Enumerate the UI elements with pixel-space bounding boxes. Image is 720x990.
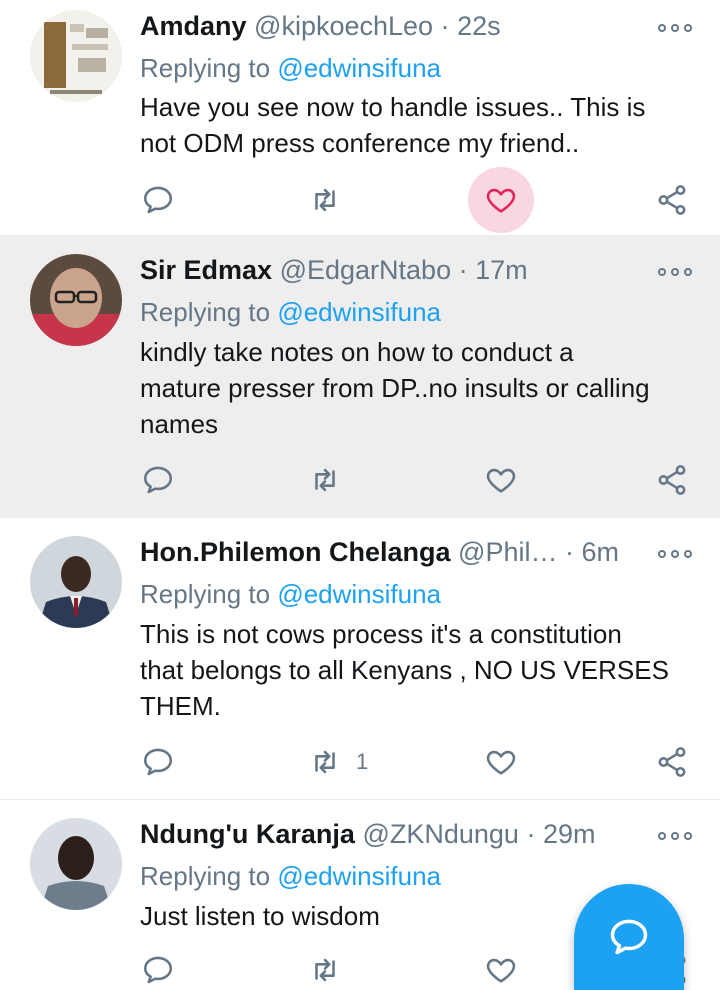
display-name[interactable]: Ndung'u Karanja [140, 819, 355, 849]
tweet-text: Have you see now to handle issues.. This… [140, 89, 700, 161]
share-icon [658, 465, 686, 495]
reply-icon [143, 748, 173, 776]
mention-link[interactable]: @edwinsifuna [277, 861, 441, 891]
tweet-text-line: that belongs to all Kenyans , NO US VERS… [140, 655, 669, 685]
like-button[interactable] [468, 167, 534, 233]
tweet-actions: 1 [0, 732, 720, 792]
avatar[interactable] [30, 10, 122, 102]
retweet-button[interactable] [308, 450, 356, 510]
retweet-icon [315, 750, 335, 774]
heart-icon [486, 188, 516, 213]
like-button[interactable] [484, 940, 518, 990]
tweet-header: Sir Edmax @EdgarNtabo · 17m [140, 254, 640, 286]
tweet-text-line: names [140, 409, 219, 439]
reply-button[interactable] [141, 732, 175, 792]
share-icon [658, 185, 686, 215]
mention-link[interactable]: @edwinsifuna [277, 53, 441, 83]
heart-icon [486, 750, 516, 775]
user-handle[interactable]: @kipkoechLeo [254, 11, 433, 41]
tweet-text-line: This is not cows process it's a constitu… [140, 619, 622, 649]
user-handle[interactable]: @EdgarNtabo [280, 255, 452, 285]
replying-prefix: Replying to [140, 297, 271, 327]
more-options-icon[interactable] [658, 262, 692, 282]
tweet-text-line: not ODM press conference my friend.. [140, 128, 580, 158]
separator: · [526, 819, 536, 849]
separator: · [565, 537, 574, 567]
more-options-icon[interactable] [658, 826, 692, 846]
mention-link[interactable]: @edwinsifuna [277, 297, 441, 327]
avatar[interactable] [30, 254, 122, 346]
tweet-text-line: mature presser from DP..no insults or ca… [140, 373, 650, 403]
reply-button[interactable] [141, 940, 175, 990]
replying-prefix: Replying to [140, 861, 271, 891]
tweet-header: Hon.Philemon Chelanga @Phil… · 6m [140, 536, 640, 568]
display-name[interactable]: Amdany [140, 11, 247, 41]
replying-to: Replying to @edwinsifuna [140, 296, 441, 328]
reply-button[interactable] [141, 450, 175, 510]
tweet-text-line: Have you see now to handle issues.. This… [140, 92, 646, 122]
user-handle[interactable]: @Phil… [458, 537, 557, 567]
compose-reply-button[interactable] [574, 884, 684, 990]
separator: · [440, 11, 450, 41]
avatar-image [30, 254, 122, 346]
avatar[interactable] [30, 818, 122, 910]
share-button[interactable] [655, 732, 689, 792]
timestamp[interactable]: 29m [543, 819, 596, 849]
reply-icon [143, 956, 173, 984]
retweet-icon [315, 188, 335, 212]
reply-button[interactable] [141, 170, 175, 230]
retweet-button[interactable] [308, 170, 356, 230]
like-button[interactable] [484, 450, 518, 510]
display-name[interactable]: Sir Edmax [140, 255, 272, 285]
replying-prefix: Replying to [140, 53, 271, 83]
tweet-actions [0, 167, 720, 233]
avatar-image [30, 10, 122, 102]
share-icon [658, 747, 686, 777]
tweet-header: Amdany @kipkoechLeo · 22s [140, 10, 640, 42]
replying-prefix: Replying to [140, 579, 271, 609]
replying-to: Replying to @edwinsifuna [140, 860, 441, 892]
timestamp[interactable]: 22s [457, 11, 501, 41]
timestamp[interactable]: 17m [475, 255, 528, 285]
display-name[interactable]: Hon.Philemon Chelanga [140, 537, 451, 567]
retweet-button[interactable] [308, 940, 356, 990]
mention-link[interactable]: @edwinsifuna [277, 579, 441, 609]
heart-icon [486, 468, 516, 493]
retweet-button[interactable]: 1 [308, 732, 368, 792]
share-button[interactable] [655, 170, 689, 230]
more-options-icon[interactable] [658, 18, 692, 38]
timestamp[interactable]: 6m [582, 537, 620, 567]
avatar[interactable] [30, 536, 122, 628]
replying-to: Replying to @edwinsifuna [140, 52, 441, 84]
tweet-text-line: THEM. [140, 691, 221, 721]
retweet-count: 1 [356, 749, 369, 774]
share-button[interactable] [655, 450, 689, 510]
retweet-icon [315, 958, 335, 982]
tweet-text: kindly take notes on how to conduct a ma… [140, 334, 700, 442]
tweet-text-line: kindly take notes on how to conduct a [140, 337, 574, 367]
tweet-actions [0, 450, 720, 510]
avatar-image [30, 818, 122, 910]
avatar-image [30, 536, 122, 628]
replying-to: Replying to @edwinsifuna [140, 578, 441, 610]
separator: · [458, 255, 468, 285]
user-handle[interactable]: @ZKNdungu [362, 819, 519, 849]
tweet[interactable]: Sir Edmax @EdgarNtabo · 17m Replying to … [0, 236, 720, 518]
more-options-icon[interactable] [658, 544, 692, 564]
reply-icon [143, 186, 173, 214]
compose-reply-icon [610, 919, 648, 955]
tweet-text: This is not cows process it's a constitu… [140, 616, 700, 724]
like-button[interactable] [484, 732, 518, 792]
tweet[interactable]: Hon.Philemon Chelanga @Phil… · 6m Replyi… [0, 518, 720, 800]
tweet[interactable]: Amdany @kipkoechLeo · 22s Replying to @e… [0, 0, 720, 236]
reply-icon [143, 466, 173, 494]
retweet-icon [315, 468, 335, 492]
tweet-header: Ndung'u Karanja @ZKNdungu · 29m [140, 818, 640, 850]
heart-icon [486, 958, 516, 983]
